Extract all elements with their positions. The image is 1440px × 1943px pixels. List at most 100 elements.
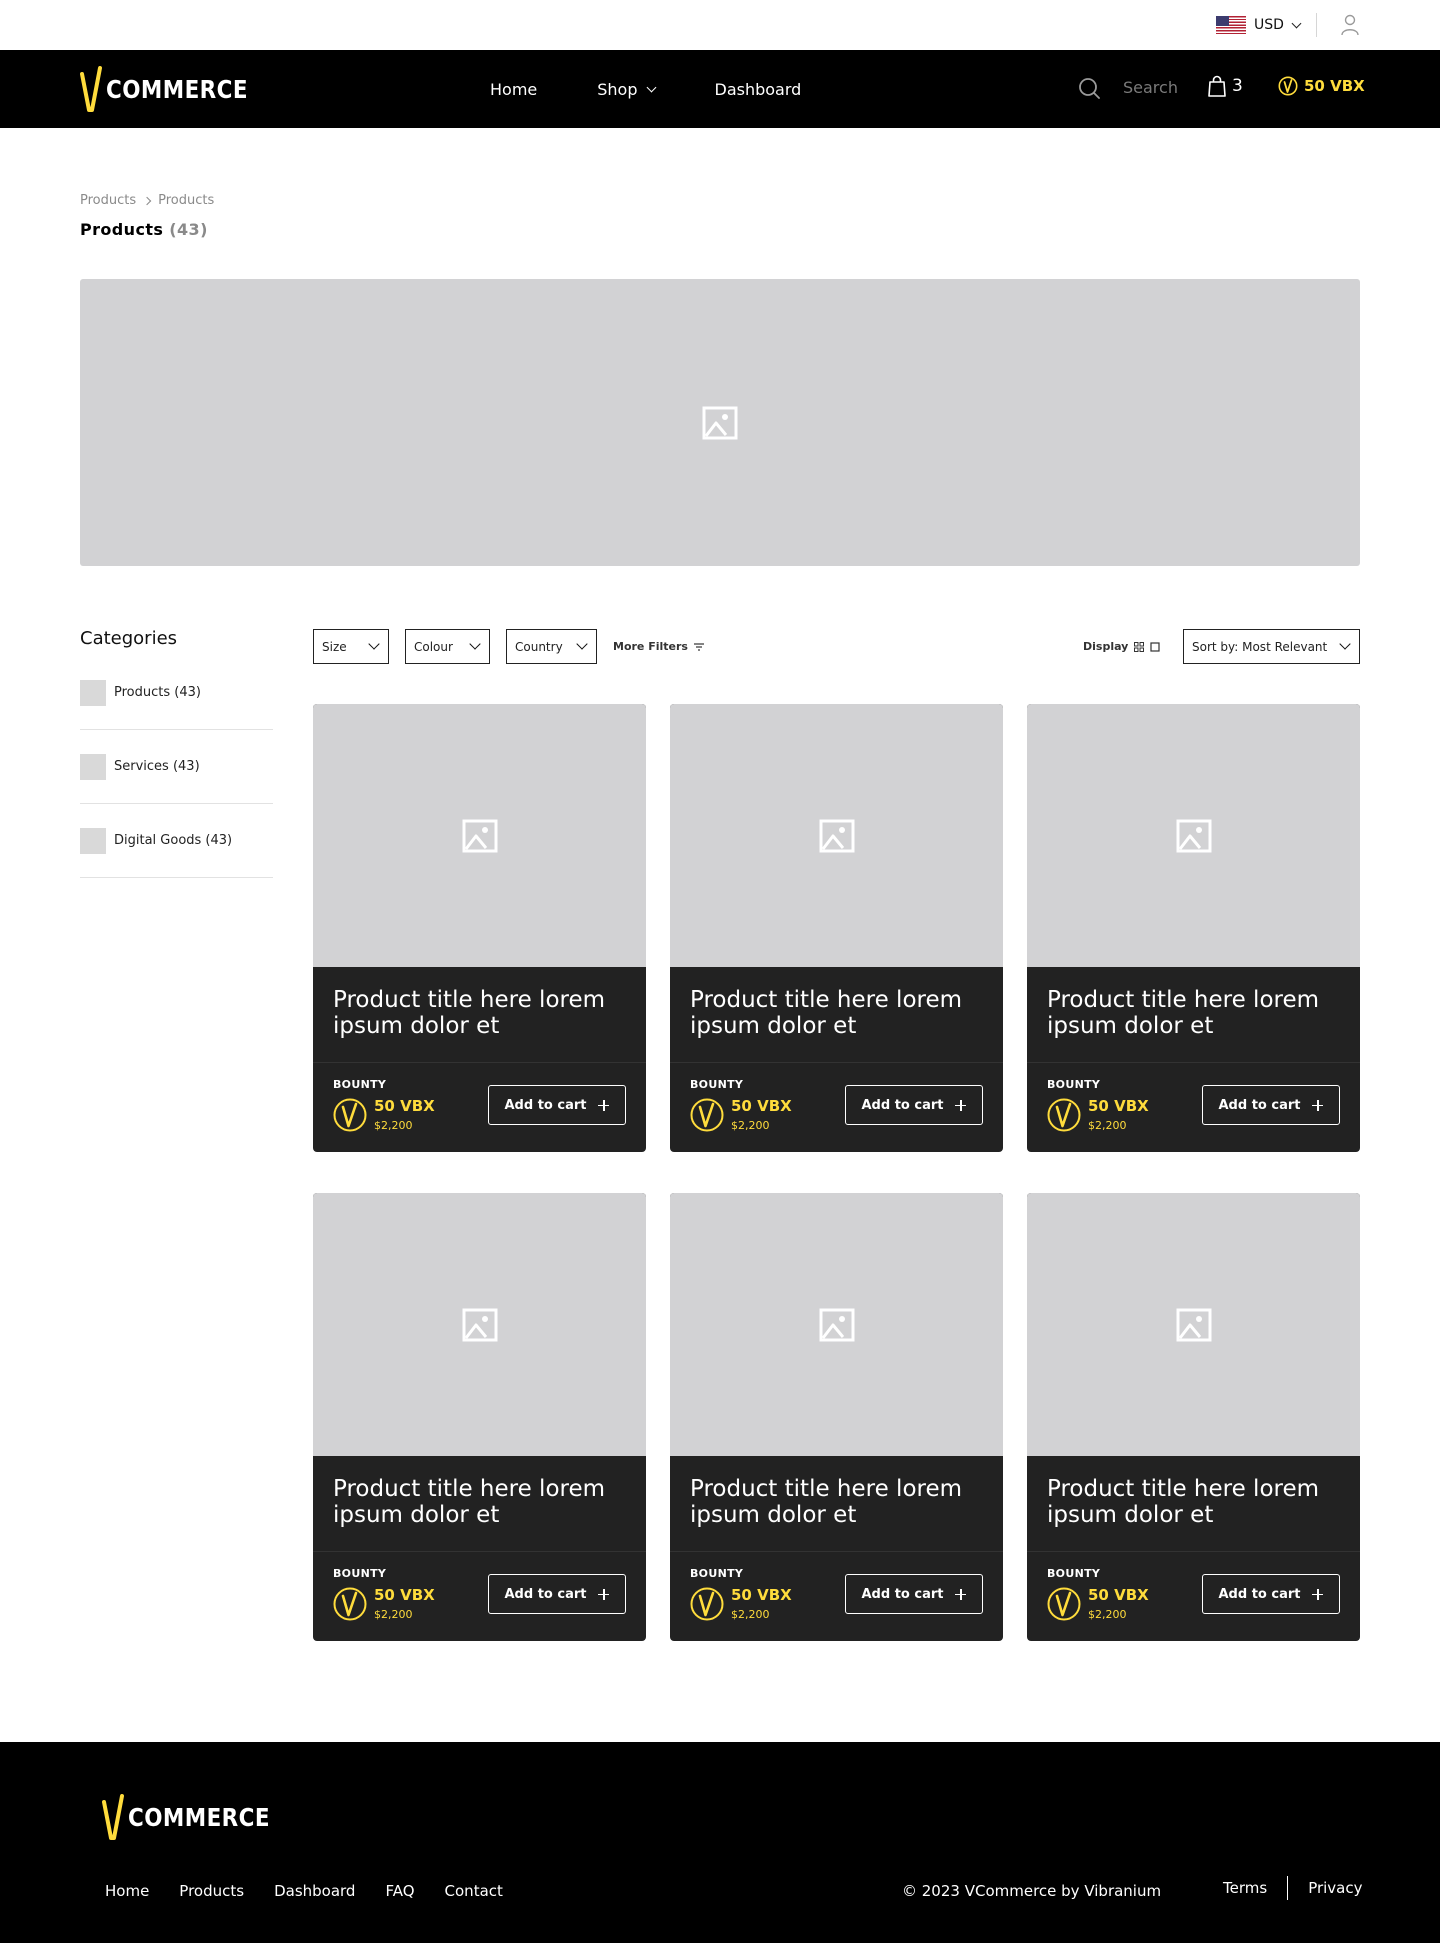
currency-label: USD [1254, 17, 1284, 33]
search-input[interactable]: Search [1123, 78, 1178, 97]
footer-link-faq[interactable]: FAQ [385, 1882, 414, 1900]
currency-selector[interactable]: USD [1216, 14, 1302, 36]
nav-dashboard[interactable]: Dashboard [715, 80, 802, 99]
product-price-usd: $2,200 [731, 1608, 770, 1621]
sort-label: Sort by: Most Relevant [1192, 639, 1328, 654]
footer-link-dashboard[interactable]: Dashboard [274, 1882, 355, 1900]
product-image[interactable] [1027, 1193, 1360, 1456]
more-filters-button[interactable]: More Filters [613, 640, 704, 653]
cart-button[interactable]: 3 [1208, 75, 1243, 97]
product-card[interactable]: Product title here lorem ipsum dolor et … [313, 1193, 646, 1641]
category-item[interactable]: Services (43) [80, 730, 273, 804]
divider [313, 1551, 646, 1552]
bounty-label: BOUNTY [1047, 1078, 1101, 1091]
country-filter-label: Country [515, 639, 563, 654]
product-price-vbx: 50 VBX [374, 1586, 435, 1604]
add-to-cart-button[interactable]: Add to cart [845, 1085, 983, 1125]
categories-heading: Categories [80, 628, 178, 649]
user-icon[interactable] [1341, 14, 1359, 36]
footer: COMMERCE Home Products Dashboard FAQ Con… [0, 1742, 1440, 1943]
breadcrumb-item[interactable]: Products [80, 193, 136, 208]
footer-link-terms[interactable]: Terms [1223, 1879, 1267, 1897]
display-label: Display [1083, 640, 1129, 653]
add-to-cart-label: Add to cart [861, 1097, 944, 1113]
product-card[interactable]: Product title here lorem ipsum dolor et … [670, 1193, 1003, 1641]
product-image[interactable] [313, 704, 646, 967]
footer-link-products[interactable]: Products [179, 1882, 244, 1900]
product-title[interactable]: Product title here lorem ipsum dolor et [690, 987, 990, 1039]
chevron-down-icon [646, 82, 656, 92]
product-title[interactable]: Product title here lorem ipsum dolor et [1047, 987, 1347, 1039]
category-checkbox[interactable] [80, 753, 106, 780]
product-image[interactable] [313, 1193, 646, 1456]
size-filter[interactable]: Size [313, 629, 389, 664]
product-title[interactable]: Product title here lorem ipsum dolor et [690, 1476, 990, 1528]
add-to-cart-button[interactable]: Add to cart [1202, 1574, 1340, 1614]
product-title[interactable]: Product title here lorem ipsum dolor et [1047, 1476, 1347, 1528]
plus-icon [1312, 1588, 1324, 1600]
footer-brand-logo[interactable]: COMMERCE [102, 1794, 293, 1840]
divider [670, 1062, 1003, 1063]
breadcrumb-item[interactable]: Products [158, 193, 214, 208]
sort-dropdown[interactable]: Sort by: Most Relevant [1183, 629, 1360, 664]
add-to-cart-label: Add to cart [1218, 1586, 1301, 1602]
product-title[interactable]: Product title here lorem ipsum dolor et [333, 1476, 633, 1528]
footer-link-privacy[interactable]: Privacy [1308, 1879, 1362, 1897]
image-placeholder-icon [462, 1308, 497, 1341]
add-to-cart-button[interactable]: Add to cart [488, 1085, 626, 1125]
product-price-vbx: 50 VBX [731, 1586, 792, 1604]
size-filter-label: Size [322, 639, 347, 654]
list-view-icon[interactable] [1150, 641, 1160, 652]
vbx-coin-icon [690, 1098, 724, 1132]
bounty-label: BOUNTY [690, 1078, 744, 1091]
divider [670, 1551, 1003, 1552]
divider [1027, 1551, 1360, 1552]
product-grid: Product title here lorem ipsum dolor et … [313, 704, 1360, 1641]
image-placeholder-icon [819, 1308, 854, 1341]
product-price-vbx: 50 VBX [1088, 1097, 1149, 1115]
colour-filter[interactable]: Colour [405, 629, 490, 664]
product-image[interactable] [670, 1193, 1003, 1456]
category-item[interactable]: Digital Goods (43) [80, 804, 273, 878]
product-card[interactable]: Product title here lorem ipsum dolor et … [670, 704, 1003, 1152]
page-title-text: Products [80, 220, 164, 239]
us-flag-icon [1216, 16, 1246, 34]
product-image[interactable] [1027, 704, 1360, 967]
bounty-label: BOUNTY [1047, 1567, 1101, 1580]
search-icon[interactable] [1078, 77, 1100, 99]
vbx-coin-icon [1278, 76, 1298, 96]
category-checkbox[interactable] [80, 827, 106, 854]
add-to-cart-label: Add to cart [861, 1586, 944, 1602]
product-card[interactable]: Product title here lorem ipsum dolor et … [313, 704, 646, 1152]
add-to-cart-button[interactable]: Add to cart [845, 1574, 983, 1614]
country-filter[interactable]: Country [506, 629, 597, 664]
nav-home[interactable]: Home [490, 80, 537, 99]
product-price-vbx: 50 VBX [731, 1097, 792, 1115]
add-to-cart-label: Add to cart [504, 1586, 587, 1602]
product-card[interactable]: Product title here lorem ipsum dolor et … [1027, 1193, 1360, 1641]
image-placeholder-icon [462, 819, 497, 852]
footer-link-home[interactable]: Home [105, 1882, 149, 1900]
footer-link-contact[interactable]: Contact [445, 1882, 503, 1900]
category-label: Digital Goods (43) [114, 833, 233, 848]
top-utility-bar: USD [0, 0, 1440, 50]
chevron-down-icon [1291, 18, 1302, 28]
brand-logo[interactable]: COMMERCE [80, 66, 271, 112]
nav-shop[interactable]: Shop [597, 80, 656, 99]
vbx-coin-icon [333, 1587, 367, 1621]
vbx-coin-icon [333, 1098, 367, 1132]
chevron-down-icon [469, 638, 481, 650]
product-image[interactable] [670, 704, 1003, 967]
grid-view-icon[interactable] [1134, 641, 1145, 652]
add-to-cart-button[interactable]: Add to cart [488, 1574, 626, 1614]
product-card[interactable]: Product title here lorem ipsum dolor et … [1027, 704, 1360, 1152]
colour-filter-label: Colour [414, 639, 453, 654]
add-to-cart-button[interactable]: Add to cart [1202, 1085, 1340, 1125]
wallet-balance[interactable]: 50 VBX [1278, 76, 1365, 96]
main-navbar: COMMERCE Home Shop Dashboard Search 3 50… [0, 50, 1440, 128]
category-checkbox[interactable] [80, 679, 106, 706]
product-title[interactable]: Product title here lorem ipsum dolor et [333, 987, 633, 1039]
vbx-coin-icon [1047, 1587, 1081, 1621]
product-price-vbx: 50 VBX [374, 1097, 435, 1115]
category-item[interactable]: Products (43) [80, 656, 273, 730]
